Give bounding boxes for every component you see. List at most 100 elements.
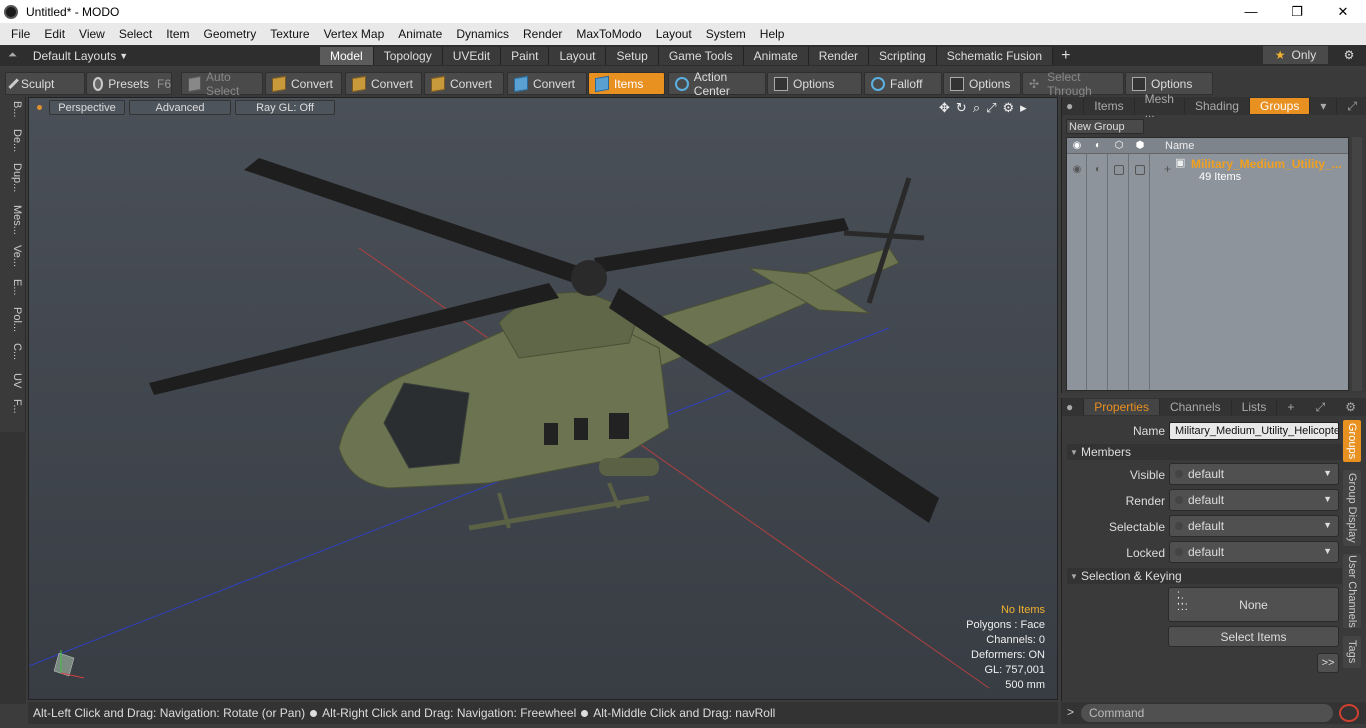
close-button[interactable]: ✕ xyxy=(1320,0,1366,23)
options-button-2[interactable]: Options xyxy=(943,72,1021,95)
selectable-select[interactable]: default ▼ xyxy=(1169,515,1339,537)
menu-animate[interactable]: Animate xyxy=(391,27,449,41)
menu-geometry[interactable]: Geometry xyxy=(197,27,264,41)
menu-view[interactable]: View xyxy=(72,27,112,41)
tab-channels[interactable]: Channels xyxy=(1160,399,1232,415)
tab-topology[interactable]: Topology xyxy=(373,46,443,65)
items-mode-button[interactable]: Items xyxy=(588,72,665,95)
more-button[interactable]: >> xyxy=(1317,653,1339,673)
rotate-icon[interactable]: ↻ xyxy=(956,100,967,116)
sculpt-button[interactable]: Sculpt xyxy=(5,72,85,95)
viewport-gear-icon[interactable]: ⚙ xyxy=(1003,100,1015,116)
zoom-icon[interactable]: ⌕ xyxy=(973,100,980,116)
select-icon[interactable]: ⬢ xyxy=(1134,140,1146,152)
convert-button-1[interactable]: Convert xyxy=(265,72,342,95)
fit-icon[interactable]: ⤢ xyxy=(986,100,996,116)
left-tab-mesh[interactable]: Mes... xyxy=(3,205,23,235)
add-tab-icon[interactable]: + xyxy=(1277,399,1304,415)
menu-layout[interactable]: Layout xyxy=(649,27,699,41)
layout-dropdown[interactable]: ⏶ Default Layouts ▼ xyxy=(0,49,320,63)
left-tab-deform[interactable]: De... xyxy=(3,129,23,152)
tab-scripting[interactable]: Scripting xyxy=(869,46,937,65)
row-select-checkbox[interactable] xyxy=(1135,165,1145,175)
action-center-button[interactable]: Action Center xyxy=(668,70,766,98)
left-tab-basic[interactable]: B... xyxy=(3,101,23,118)
menu-item[interactable]: Item xyxy=(159,27,196,41)
record-macro-icon[interactable] xyxy=(1339,704,1359,722)
tab-schematic-fusion[interactable]: Schematic Fusion xyxy=(936,46,1054,65)
menu-maxtomodo[interactable]: MaxToModo xyxy=(569,27,648,41)
tab-animate[interactable]: Animate xyxy=(743,46,809,65)
row-lock-checkbox[interactable] xyxy=(1114,165,1124,175)
group-list[interactable]: ◉ ◐ ⬡ ⬢ Name ◉ ◐ + ▣ Military_Medium_Uti… xyxy=(1066,137,1349,391)
left-tab-polygon[interactable]: Pol... xyxy=(3,307,23,332)
left-tab-uv[interactable]: UV xyxy=(3,373,23,388)
tab-layout[interactable]: Layout xyxy=(549,46,607,65)
convert-button-3[interactable]: Convert xyxy=(424,72,504,95)
group-row[interactable]: ◉ ◐ + ▣ Military_Medium_Utility_... 49 I… xyxy=(1067,155,1348,185)
side-tab-groups[interactable]: Groups xyxy=(1343,420,1361,462)
command-input[interactable]: Command xyxy=(1081,704,1333,722)
tab-game-tools[interactable]: Game Tools xyxy=(658,46,744,65)
auto-select-button[interactable]: Auto Select xyxy=(181,70,263,98)
3d-viewport[interactable]: Perspective Advanced Ray GL: Off ✥ ↻ ⌕ ⤢… xyxy=(28,97,1058,700)
gear-icon[interactable]: ⚙ xyxy=(1338,46,1360,64)
locked-select[interactable]: default ▼ xyxy=(1169,541,1339,563)
expand-icon[interactable]: ⤢ xyxy=(1337,98,1366,114)
select-items-button[interactable]: Select Items xyxy=(1168,626,1339,647)
tab-mesh[interactable]: Mesh ... xyxy=(1135,92,1185,120)
tab-paint[interactable]: Paint xyxy=(501,46,550,65)
left-tab-vertex[interactable]: Ve... xyxy=(3,245,23,267)
menu-texture[interactable]: Texture xyxy=(263,27,316,41)
tab-items[interactable]: Items xyxy=(1084,98,1135,114)
side-tab-group-display[interactable]: Group Display xyxy=(1343,470,1361,546)
menu-file[interactable]: File xyxy=(4,27,37,41)
tab-groups[interactable]: Groups xyxy=(1249,98,1311,114)
viewport-menu-icon[interactable]: ▸ xyxy=(1020,100,1027,116)
expand-icon[interactable]: ⤢ xyxy=(1306,399,1336,415)
tab-render[interactable]: Render xyxy=(808,46,870,65)
new-group-button[interactable]: New Group xyxy=(1066,119,1144,134)
menu-edit[interactable]: Edit xyxy=(37,27,72,41)
options-button-1[interactable]: Options xyxy=(767,72,862,95)
select-through-button[interactable]: ✣ Select Through xyxy=(1022,70,1124,98)
convert-button-2[interactable]: Convert xyxy=(345,72,422,95)
row-render-icon[interactable]: ◐ xyxy=(1092,164,1104,176)
minimize-button[interactable]: — xyxy=(1228,0,1274,23)
side-tab-tags[interactable]: Tags xyxy=(1343,636,1361,668)
tab-setup[interactable]: Setup xyxy=(606,46,659,65)
menu-render[interactable]: Render xyxy=(516,27,569,41)
only-button[interactable]: ★ Only xyxy=(1263,46,1328,64)
chevron-down-icon[interactable]: ▾ xyxy=(1310,98,1338,114)
side-tab-user-channels[interactable]: User Channels xyxy=(1343,554,1361,628)
members-section[interactable]: ▼ Members xyxy=(1067,444,1342,460)
visible-select[interactable]: default ▼ xyxy=(1169,463,1339,485)
render-icon[interactable]: ◐ xyxy=(1092,140,1104,152)
shading-advanced-button[interactable]: Advanced xyxy=(129,100,231,115)
name-field[interactable]: Military_Medium_Utility_Helicopter xyxy=(1169,422,1339,440)
panel-gear-icon[interactable]: ⚙ xyxy=(1335,399,1366,415)
menu-help[interactable]: Help xyxy=(753,27,792,41)
move-icon[interactable]: ✥ xyxy=(939,100,950,116)
render-select[interactable]: default ▼ xyxy=(1169,489,1339,511)
view-mode-button[interactable]: Perspective xyxy=(49,100,125,115)
group-list-scrollbar[interactable] xyxy=(1352,137,1362,391)
add-tab-icon[interactable]: + xyxy=(1061,47,1070,65)
expand-plus-icon[interactable]: + xyxy=(1164,162,1171,176)
menu-system[interactable]: System xyxy=(699,27,753,41)
left-tab-edge[interactable]: E... xyxy=(3,279,23,296)
menu-vertex-map[interactable]: Vertex Map xyxy=(317,27,392,41)
tab-lists[interactable]: Lists xyxy=(1232,399,1278,415)
raygl-button[interactable]: Ray GL: Off xyxy=(235,100,335,115)
maximize-button[interactable]: ❐ xyxy=(1274,0,1320,23)
menu-dynamics[interactable]: Dynamics xyxy=(449,27,516,41)
tab-model[interactable]: Model xyxy=(320,46,374,65)
selection-keying-section[interactable]: ▼ Selection & Keying xyxy=(1067,568,1342,584)
falloff-button[interactable]: Falloff xyxy=(864,72,942,95)
scene-canvas[interactable] xyxy=(29,98,1058,700)
left-tab-duplicate[interactable]: Dup... xyxy=(3,163,23,192)
collapse-up-icon[interactable]: ⏶ xyxy=(8,49,17,62)
left-tab-fusion[interactable]: F... xyxy=(3,399,23,414)
eye-icon[interactable]: ◉ xyxy=(1071,140,1083,152)
row-eye-icon[interactable]: ◉ xyxy=(1071,164,1083,176)
